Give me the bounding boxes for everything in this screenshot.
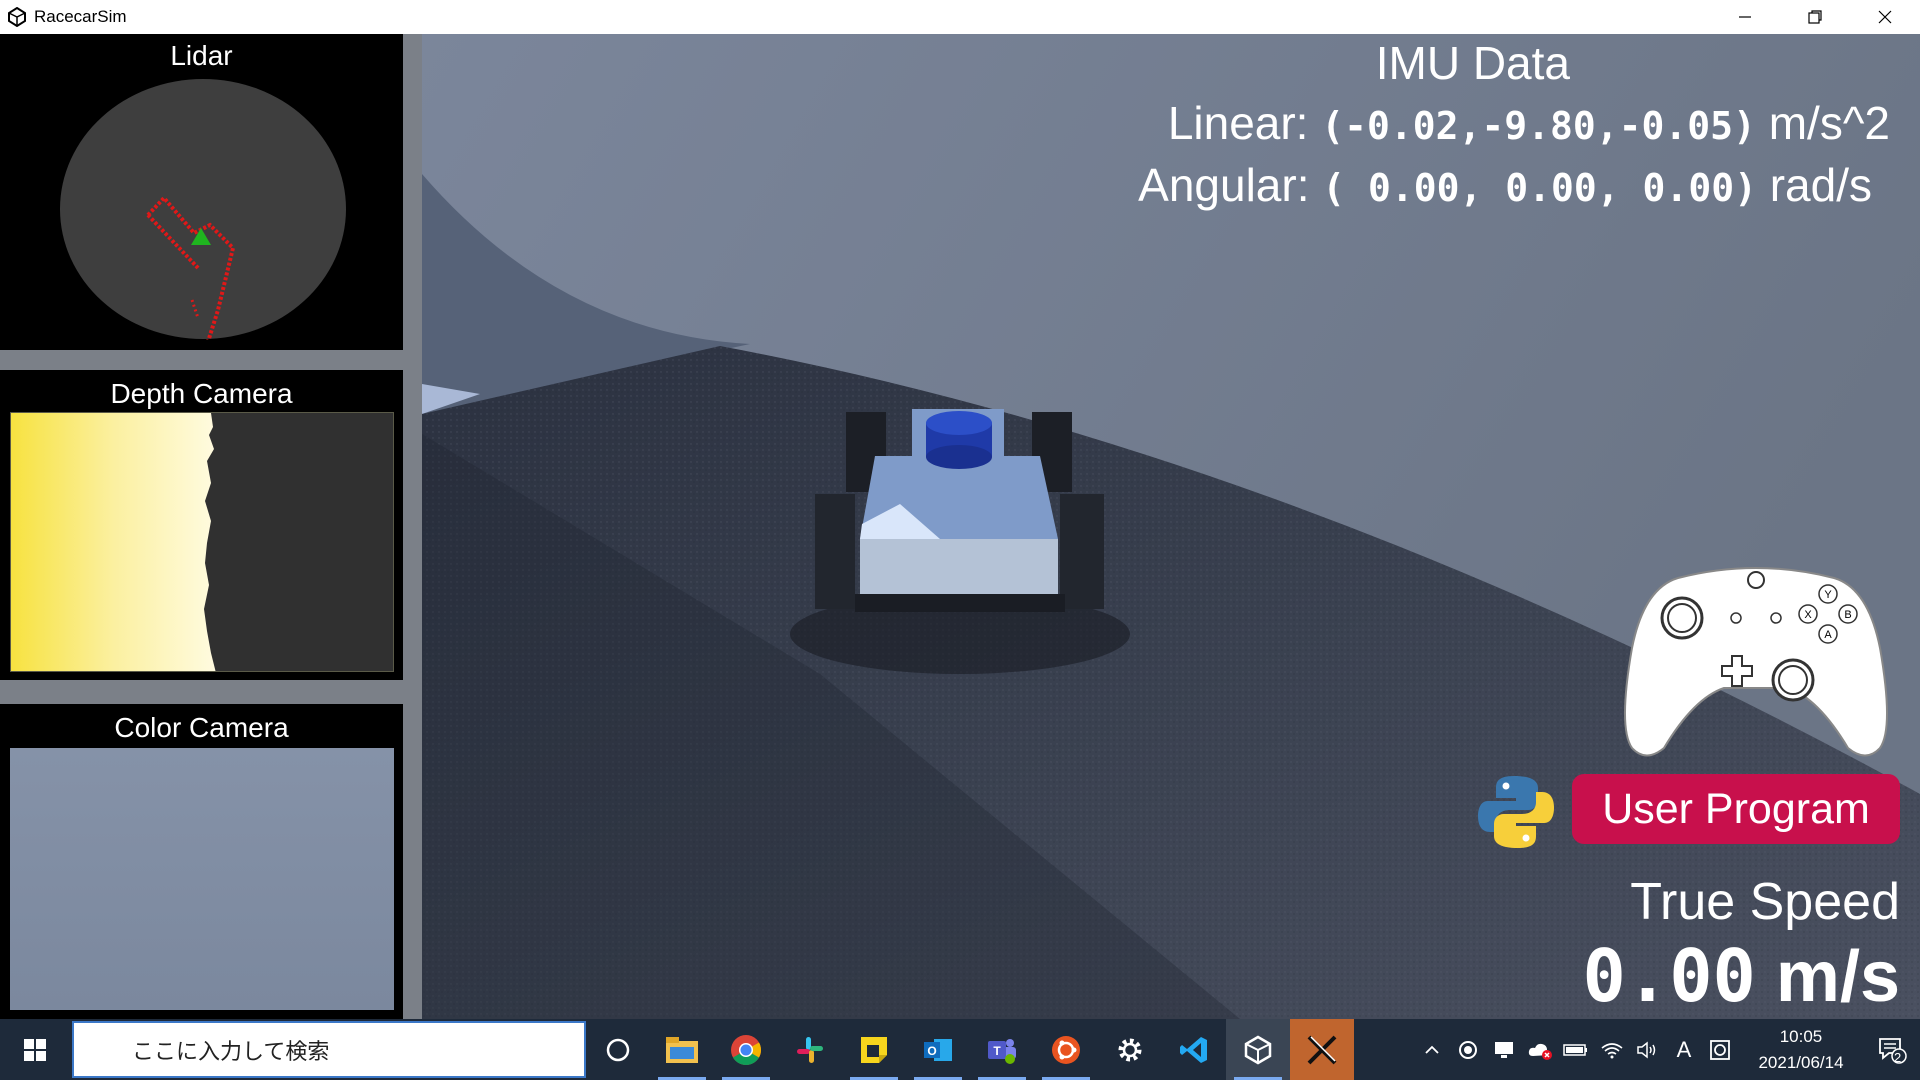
imu-angular-unit: rad/s: [1769, 159, 1872, 211]
ubuntu-button[interactable]: [1034, 1019, 1098, 1080]
unity-icon: [4, 4, 30, 30]
start-button[interactable]: [0, 1019, 70, 1080]
xserver-button[interactable]: [1290, 1019, 1354, 1080]
display-tray-button[interactable]: [1486, 1019, 1522, 1080]
title-bar: RacecarSim: [0, 0, 1920, 34]
volume-tray-button[interactable]: [1630, 1019, 1666, 1080]
cortana-icon: [606, 1038, 630, 1061]
true-speed-value: 0.00: [1582, 934, 1756, 1018]
chrome-icon: [731, 1034, 762, 1065]
vscode-button[interactable]: [1162, 1019, 1226, 1080]
lidar-title: Lidar: [170, 40, 233, 71]
restore-button[interactable]: [1780, 0, 1850, 34]
imu-angular-label: Angular:: [1138, 159, 1310, 211]
svg-text:X: X: [1804, 609, 1812, 621]
minimize-button[interactable]: [1710, 0, 1780, 34]
monitor-icon: [1495, 1041, 1513, 1058]
battery-icon: [1563, 1043, 1587, 1056]
imu-title: IMU Data: [1375, 37, 1570, 89]
svg-text:O: O: [927, 1044, 936, 1058]
user-program-button[interactable]: User Program: [1572, 774, 1900, 844]
depth-camera-image: [10, 412, 394, 672]
sticky-notes-button[interactable]: [842, 1019, 906, 1080]
close-icon: [1878, 10, 1892, 24]
svg-text:T: T: [993, 1044, 1001, 1058]
python-icon: [1478, 776, 1554, 848]
simulation-viewport[interactable]: Lidar Depth Camera Color Camera IMU Data…: [0, 34, 1920, 1019]
search-placeholder: ここに入力して検索: [132, 1038, 330, 1064]
clock-time: 10:05: [1779, 1026, 1823, 1046]
battery-tray-button[interactable]: [1558, 1019, 1594, 1080]
onedrive-tray-button[interactable]: [1522, 1019, 1558, 1080]
slack-icon: [797, 1036, 823, 1063]
taskbar: ここに入力して検索 O T A 10:05 2021/06/14 2: [0, 1019, 1920, 1080]
vscode-icon: [1180, 1036, 1207, 1063]
true-speed-readout: 0.00 m/s: [1583, 934, 1900, 1018]
depth-camera-title: Depth Camera: [110, 378, 293, 409]
windows-start-icon: [24, 1038, 46, 1061]
record-icon: [1459, 1040, 1477, 1059]
show-hidden-icons-button[interactable]: [1414, 1019, 1450, 1080]
lidar-panel: Lidar: [0, 34, 403, 350]
svg-text:Y: Y: [1824, 589, 1832, 601]
imu-linear-label: Linear:: [1167, 97, 1309, 149]
teams-icon: T: [988, 1038, 1016, 1064]
unity-icon: [1244, 1035, 1272, 1064]
record-tray-button[interactable]: [1450, 1019, 1486, 1080]
speaker-icon: [1637, 1040, 1656, 1059]
system-tray: A 10:05 2021/06/14 2: [1414, 1019, 1920, 1080]
action-center-button[interactable]: 2: [1864, 1019, 1920, 1080]
settings-button[interactable]: [1098, 1019, 1162, 1080]
file-explorer-button[interactable]: [650, 1019, 714, 1080]
taskbar-search-input[interactable]: ここに入力して検索: [72, 1021, 586, 1078]
wifi-icon: [1601, 1042, 1623, 1058]
true-speed-label: True Speed: [1630, 873, 1900, 931]
settings-icon: [1118, 1038, 1142, 1061]
file-explorer-icon: [666, 1036, 698, 1063]
imu-linear-value: (-0.02,-9.80,-0.05): [1321, 104, 1756, 148]
color-camera-title: Color Camera: [114, 712, 289, 743]
imu-linear-row: Linear: (-0.02,-9.80,-0.05) m/s^2: [1168, 96, 1890, 150]
wifi-tray-button[interactable]: [1594, 1019, 1630, 1080]
imu-linear-unit: m/s^2: [1768, 97, 1890, 149]
notification-icon: [1879, 1037, 1907, 1064]
close-button[interactable]: [1850, 0, 1920, 34]
chevron-up-icon: [1425, 1045, 1439, 1054]
clock-date: 2021/06/14: [1758, 1052, 1844, 1072]
cloud-error-icon: [1528, 1043, 1552, 1060]
outlook-button[interactable]: O: [906, 1019, 970, 1080]
window-title: RacecarSim: [34, 7, 127, 26]
xbox-controller-icon: Y X B A: [1624, 567, 1888, 757]
ime-indicator[interactable]: A: [1666, 1019, 1702, 1080]
imu-angular-row: Angular: ( 0.00, 0.00, 0.00) rad/s: [1138, 158, 1872, 212]
slack-button[interactable]: [778, 1019, 842, 1080]
sticky-notes-icon: [861, 1036, 887, 1063]
outlook-icon: O: [924, 1038, 952, 1061]
minimize-icon: [1739, 16, 1751, 18]
teams-button[interactable]: T: [970, 1019, 1034, 1080]
notification-count: 2: [1894, 1050, 1902, 1065]
ubuntu-icon: [1052, 1035, 1080, 1064]
color-camera-image: [10, 748, 394, 1010]
ime-mode-button[interactable]: [1702, 1019, 1738, 1080]
true-speed-unit: m/s: [1775, 937, 1900, 1017]
lidar-plot: [60, 79, 346, 340]
chrome-button[interactable]: [714, 1019, 778, 1080]
svg-text:A: A: [1824, 629, 1832, 641]
restore-icon: [1808, 10, 1822, 24]
taskbar-clock[interactable]: 10:05 2021/06/14: [1746, 1024, 1856, 1076]
svg-text:B: B: [1844, 609, 1851, 621]
imu-angular-value: ( 0.00, 0.00, 0.00): [1322, 166, 1757, 210]
xserver-icon: [1307, 1035, 1337, 1064]
cortana-button[interactable]: [586, 1019, 650, 1080]
ime-mode-icon: [1710, 1039, 1730, 1060]
unity-taskbar-button[interactable]: [1226, 1019, 1290, 1080]
